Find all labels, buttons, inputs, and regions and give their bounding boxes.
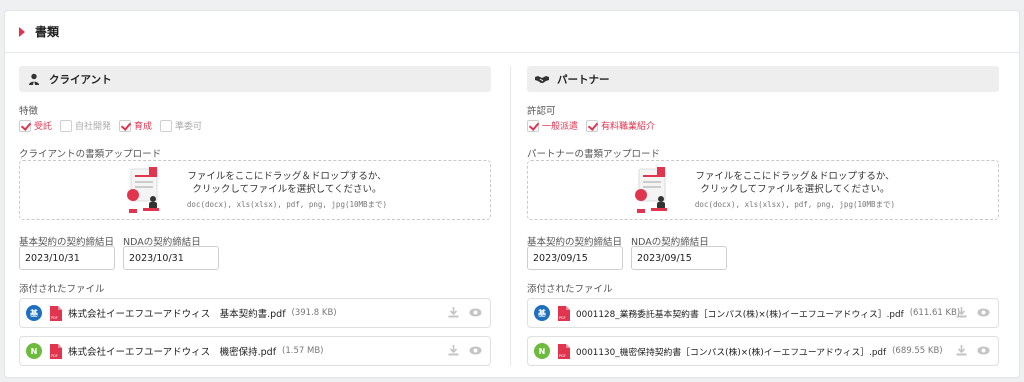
file-actions: [438, 307, 482, 318]
preview-eye-icon[interactable]: [977, 308, 990, 317]
handshake-icon: [535, 72, 549, 86]
partner-licenses: 一般派遣 有料職業紹介: [527, 119, 663, 132]
checkbox-label: 自社開発: [75, 122, 112, 132]
column-divider: [510, 66, 511, 366]
partner-column: パートナー 許認可 一般派遣 有料職業紹介 パートナーの書類アップロード ファイ…: [527, 66, 999, 366]
checkbox[interactable]: [586, 119, 599, 132]
partner-section-title: パートナー: [557, 73, 610, 86]
preview-eye-icon[interactable]: [469, 308, 482, 317]
checkbox-label: 受託: [34, 122, 53, 132]
file-size: (391.8 KB): [291, 308, 337, 318]
client-upload-label: クライアントの書類アップロード: [19, 149, 162, 160]
download-icon[interactable]: [956, 345, 967, 356]
file-size: (689.55 KB): [892, 346, 943, 356]
partner-upload-dropzone[interactable]: ファイルをここにドラッグ＆ドロップするか、 クリックしてファイルを選択してくださ…: [527, 160, 999, 220]
feature-checkbox-quasi-delegation[interactable]: 準委可: [160, 119, 202, 132]
card-title: 書類: [35, 25, 60, 39]
checkbox[interactable]: [60, 119, 73, 132]
license-checkbox-paid-placement[interactable]: 有料職業紹介: [586, 119, 655, 132]
checkbox-label: 一般派遣: [542, 122, 579, 132]
pdf-file-icon: PDF: [558, 343, 570, 359]
checkbox-label: 有料職業紹介: [601, 122, 656, 132]
svg-text:PDF: PDF: [559, 354, 566, 358]
client-upload-dropzone[interactable]: ファイルをここにドラッグ＆ドロップするか、 クリックしてファイルを選択してくださ…: [19, 160, 491, 220]
section-marker-icon: [19, 26, 25, 37]
attached-file-row: N PDF 0001130_機密保持契約書［コンパス(株)×(株)イーエフユーア…: [527, 336, 999, 366]
checkbox-label: 準委可: [175, 122, 203, 132]
client-attached-files-label: 添付されたファイル: [19, 284, 105, 295]
download-icon[interactable]: [956, 307, 967, 318]
card-header: 書類: [5, 11, 1019, 53]
upload-formats: doc(docx), xls(xlsx), pdf, png, jpg(10MB…: [186, 200, 388, 209]
partner-attached-files-label: 添付されたファイル: [527, 284, 613, 295]
attached-file-row: 基 PDF 株式会社イーエフユーアドウィス 基本契約書.pdf (391.8 K…: [19, 298, 491, 328]
client-nda-date-field[interactable]: 2023/10/31: [123, 246, 219, 270]
client-section-title: クライアント: [49, 73, 112, 86]
file-badge: 基: [534, 305, 550, 321]
file-badge: 基: [26, 305, 42, 321]
checkbox[interactable]: [527, 119, 539, 132]
client-features: 受託 自社開発 育成 準委可: [19, 119, 210, 132]
upload-illustration-icon: [123, 165, 167, 215]
license-checkbox-general-dispatch[interactable]: 一般派遣: [527, 119, 578, 132]
upload-illustration-icon: [631, 165, 675, 215]
client-column: クライアント 特徴 受託 自社開発 育成 準委可 クライアントの書類アップロード: [19, 66, 491, 366]
partner-nda-date-field[interactable]: 2023/09/15: [631, 246, 727, 270]
upload-instruction-line2: クリックしてファイルを選択してください。: [192, 184, 382, 195]
client-features-label: 特徴: [19, 106, 39, 117]
partner-basic-contract-date-field[interactable]: 2023/09/15: [527, 246, 623, 270]
svg-text:PDF: PDF: [51, 316, 58, 320]
download-icon[interactable]: [448, 307, 459, 318]
svg-text:PDF: PDF: [51, 354, 58, 358]
pdf-file-icon: PDF: [50, 305, 62, 321]
documents-card: 書類 クライアント 特徴 受託 自社開発 育成 準委可 クライアントの書類アップ…: [4, 10, 1020, 378]
file-name[interactable]: 0001130_機密保持契約書［コンパス(株)×(株)イーエフユーアドウィス］.…: [576, 345, 886, 358]
download-icon[interactable]: [448, 345, 459, 356]
checkbox[interactable]: [19, 119, 31, 132]
checkbox[interactable]: [160, 119, 173, 132]
svg-text:PDF: PDF: [559, 316, 566, 320]
feature-checkbox-training[interactable]: 育成: [119, 119, 152, 132]
checkbox-label: 育成: [134, 122, 153, 132]
attached-file-row: N PDF 株式会社イーエフユーアドウィス 機密保持.pdf (1.57 MB): [19, 336, 491, 366]
preview-eye-icon[interactable]: [469, 346, 482, 355]
partner-license-label: 許認可: [527, 106, 556, 117]
client-section-header: クライアント: [19, 66, 491, 92]
upload-formats: doc(docx), xls(xlsx), pdf, png, jpg(10MB…: [694, 200, 896, 209]
pdf-file-icon: PDF: [50, 343, 62, 359]
file-name[interactable]: 株式会社イーエフユーアドウィス 基本契約書.pdf: [68, 306, 286, 320]
partner-section-header: パートナー: [527, 66, 999, 92]
upload-instruction-line1: ファイルをここにドラッグ＆ドロップするか、: [187, 171, 387, 182]
file-name[interactable]: 株式会社イーエフユーアドウィス 機密保持.pdf: [68, 344, 276, 358]
partner-upload-label: パートナーの書類アップロード: [527, 149, 661, 160]
attached-file-row: 基 PDF 0001128_業務委託基本契約書［コンパス(株)×(株)イーエフユ…: [527, 298, 999, 328]
upload-instruction-line2: クリックしてファイルを選択してください。: [700, 184, 890, 195]
file-size: (1.57 MB): [282, 346, 324, 356]
file-actions: [946, 307, 990, 318]
person-icon: [27, 72, 41, 86]
feature-checkbox-inhouse[interactable]: 自社開発: [60, 119, 111, 132]
file-actions: [946, 345, 990, 356]
pdf-file-icon: PDF: [558, 305, 570, 321]
file-actions: [438, 345, 482, 356]
client-basic-contract-date-field[interactable]: 2023/10/31: [19, 246, 115, 270]
feature-checkbox-outsourcing[interactable]: 受託: [19, 119, 52, 132]
upload-instruction-line1: ファイルをここにドラッグ＆ドロップするか、: [695, 171, 895, 182]
file-name[interactable]: 0001128_業務委託基本契約書［コンパス(株)×(株)イーエフユーアドウィス…: [576, 307, 904, 320]
checkbox[interactable]: [119, 119, 132, 132]
preview-eye-icon[interactable]: [977, 346, 990, 355]
file-badge: N: [534, 343, 550, 359]
file-badge: N: [26, 343, 42, 359]
